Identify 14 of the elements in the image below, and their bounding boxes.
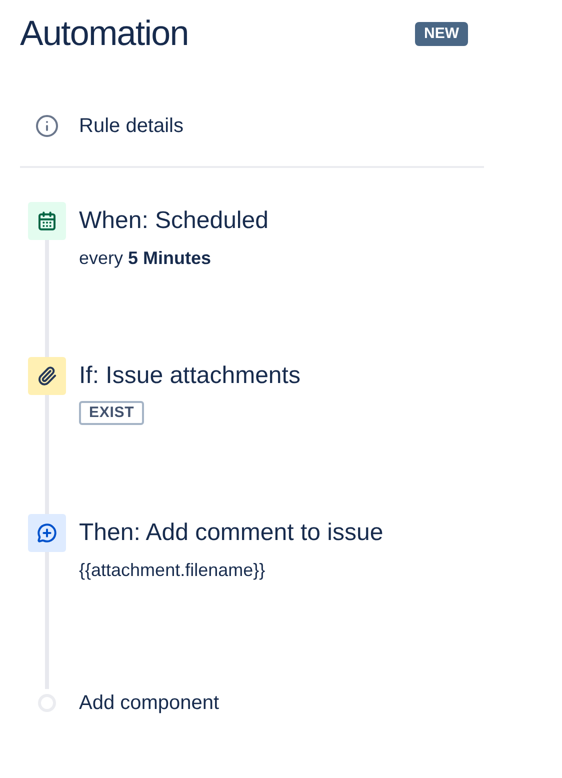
page-title: Automation xyxy=(20,13,188,55)
calendar-icon xyxy=(37,211,57,231)
step-detail: every 5 Minutes xyxy=(79,247,212,270)
paperclip-icon xyxy=(37,366,57,386)
step-title[interactable]: Then: Add comment to issue xyxy=(79,514,384,552)
add-component-link[interactable]: Add component xyxy=(79,689,220,717)
info-icon xyxy=(35,114,59,138)
step-detail: {{attachment.filename}} xyxy=(79,559,266,582)
step-title[interactable]: If: Issue attachments xyxy=(79,357,300,395)
rule-details-link[interactable]: Rule details xyxy=(79,111,184,141)
new-badge: NEW xyxy=(415,22,468,46)
comment-icon xyxy=(37,523,57,543)
step-title[interactable]: When: Scheduled xyxy=(79,202,268,240)
status-lozenge: EXIST xyxy=(79,401,144,425)
